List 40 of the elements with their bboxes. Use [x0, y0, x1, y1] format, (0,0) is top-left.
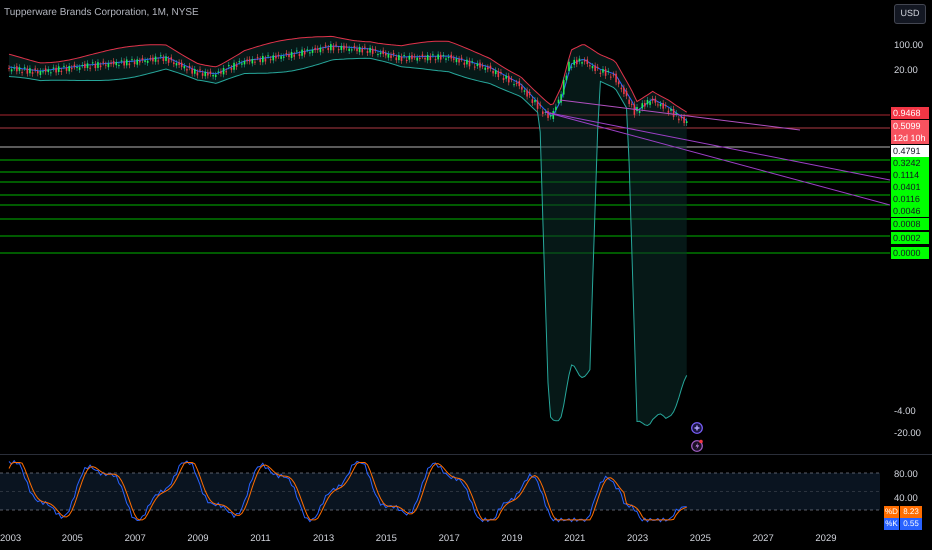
- plus-circle-icon[interactable]: [691, 422, 703, 434]
- time-axis-label: 2003: [0, 532, 22, 546]
- time-axis-label: 2027: [752, 532, 774, 546]
- price-value: 0.9468: [893, 108, 921, 118]
- price-value: 0.0002: [893, 233, 921, 243]
- time-axis-label: 2017: [438, 532, 460, 546]
- time-axis-label: 2019: [501, 532, 523, 546]
- price-value: 0.1114: [893, 170, 920, 180]
- time-axis-label: 2015: [376, 532, 397, 546]
- price-tick-label: -20.00: [894, 427, 921, 441]
- price-tick-label: -4.00: [894, 405, 916, 419]
- time-axis-label: 2013: [313, 532, 334, 546]
- price-value: 0.3242: [893, 158, 921, 168]
- time-axis-label: 2023: [627, 532, 648, 546]
- price-value: 0.0401: [893, 182, 921, 192]
- price-value: 0.0008: [893, 219, 921, 229]
- oscillator-value-label: 0.55: [900, 518, 922, 530]
- time-axis-label: 2029: [815, 532, 837, 546]
- time-axis-label: 2005: [62, 532, 83, 546]
- price-value: 0.0000: [893, 248, 921, 258]
- price-value: 0.5099: [893, 121, 921, 131]
- price-tick-label: 100.00: [894, 39, 924, 53]
- oscillator-tick-label: 80.00: [894, 468, 918, 482]
- time-axis-label: 2021: [564, 532, 586, 546]
- oscillator-name-label: %D: [884, 506, 899, 518]
- chart-title: Tupperware Brands Corporation, 1M, NYSE: [4, 6, 199, 20]
- time-axis-label: 2025: [690, 532, 711, 546]
- time-axis-label: 2011: [250, 532, 271, 546]
- oscillator-tick-label: 40.00: [894, 492, 918, 506]
- price-value: 0.4791: [893, 146, 921, 156]
- oscillator-name-label: %K: [884, 518, 899, 530]
- price-value: 0.0116: [893, 194, 920, 204]
- time-axis-label: 2009: [187, 532, 209, 546]
- time-axis-label: 2007: [124, 532, 146, 546]
- countdown-text: 12d 10h: [893, 132, 927, 144]
- currency-button[interactable]: USD: [894, 4, 926, 24]
- lightning-icon[interactable]: [691, 439, 704, 452]
- price-tick-label: 20.00: [894, 64, 918, 78]
- oscillator-value-label: 8.23: [900, 506, 922, 518]
- price-value: 0.0046: [893, 206, 921, 216]
